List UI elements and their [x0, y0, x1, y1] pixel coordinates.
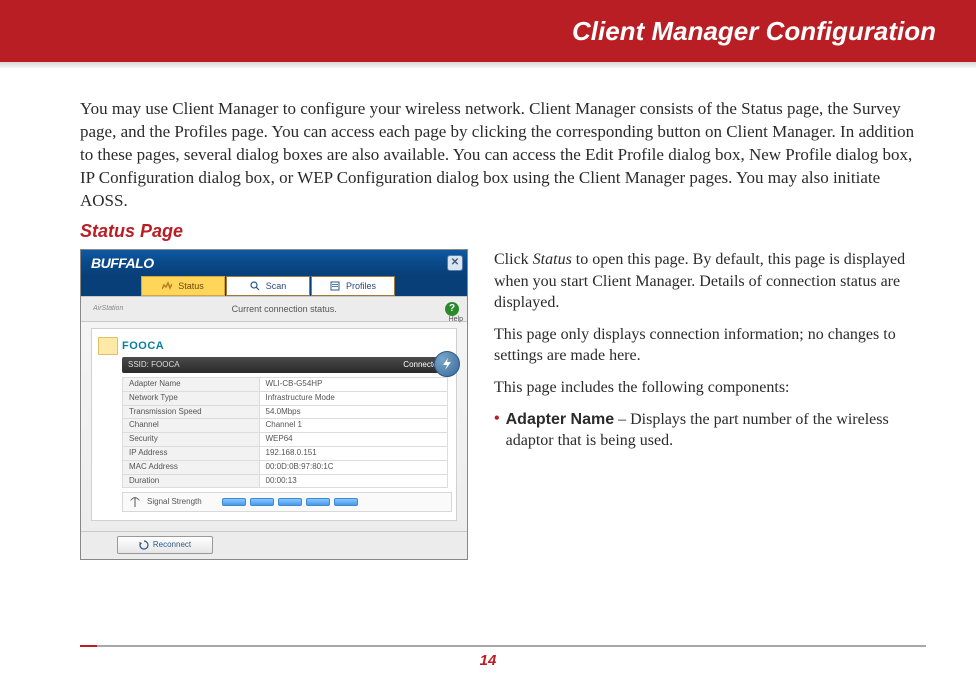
- list-icon: [330, 281, 340, 291]
- detail-value: WLI-CB-G54HP: [259, 377, 448, 391]
- page-header-title: Client Manager Configuration: [572, 16, 936, 47]
- detail-key: Adapter Name: [123, 377, 260, 391]
- ssid-name: FOOCA: [122, 339, 164, 354]
- brand-logo: BUFFALO: [91, 254, 154, 273]
- reconnect-icon: [139, 540, 149, 550]
- detail-key: Security: [123, 433, 260, 447]
- description-column: Click Status to open this page. By defau…: [494, 249, 926, 560]
- detail-key: IP Address: [123, 446, 260, 460]
- detail-value: 00:00:13: [259, 474, 448, 488]
- desc-p1-em: Status: [533, 251, 572, 268]
- table-row: IP Address192.168.0.151: [123, 446, 448, 460]
- detail-key: Duration: [123, 474, 260, 488]
- footer-divider: [80, 645, 926, 647]
- aoss-icon[interactable]: [434, 351, 460, 377]
- detail-key: Channel: [123, 419, 260, 433]
- detail-key: Network Type: [123, 391, 260, 405]
- table-row: Transmission Speed54.0Mbps: [123, 405, 448, 419]
- detail-value: 192.168.0.151: [259, 446, 448, 460]
- desc-p1: Click Status to open this page. By defau…: [494, 249, 926, 314]
- help-icon[interactable]: ?: [445, 302, 459, 316]
- page-number: 14: [0, 652, 976, 669]
- signal-bars: [222, 498, 358, 506]
- lightning-icon: [440, 357, 454, 371]
- signal-bar: [278, 498, 302, 506]
- search-icon: [250, 281, 260, 291]
- close-icon[interactable]: ✕: [447, 255, 463, 271]
- ssid-prefix: SSID: FOOCA: [128, 360, 180, 371]
- details-table: Adapter NameWLI-CB-G54HPNetwork TypeInfr…: [122, 377, 448, 488]
- subbar-text: Current connection status.: [123, 303, 445, 315]
- section-title: Status Page: [80, 219, 926, 243]
- table-row: ChannelChannel 1: [123, 419, 448, 433]
- signal-bar: [250, 498, 274, 506]
- tab-scan[interactable]: Scan: [226, 276, 310, 296]
- screenshot-column: BUFFALO ✕ Status Scan Profiles: [80, 249, 470, 560]
- house-icon: [98, 337, 118, 355]
- bullet-dot-icon: •: [494, 409, 500, 452]
- detail-value: WEP64: [259, 433, 448, 447]
- bullet-label: Adapter Name: [506, 411, 614, 428]
- two-column-layout: BUFFALO ✕ Status Scan Profiles: [80, 249, 926, 560]
- titlebar: BUFFALO ✕: [81, 250, 467, 276]
- tab-scan-label: Scan: [266, 280, 287, 292]
- table-row: SecurityWEP64: [123, 433, 448, 447]
- intro-paragraph: You may use Client Manager to configure …: [80, 98, 926, 213]
- sub-brand: AirStation: [93, 304, 123, 313]
- antenna-icon: [129, 496, 141, 508]
- detail-key: Transmission Speed: [123, 405, 260, 419]
- signal-strength-row: Signal Strength: [122, 492, 452, 512]
- tab-status[interactable]: Status: [141, 276, 225, 296]
- table-row: MAC Address00:0D:0B:97:80:1C: [123, 460, 448, 474]
- detail-value: 54.0Mbps: [259, 405, 448, 419]
- header-band: Client Manager Configuration: [0, 0, 976, 62]
- content-area: You may use Client Manager to configure …: [0, 68, 976, 560]
- status-icon: [162, 281, 172, 291]
- tabs-row: Status Scan Profiles: [81, 276, 467, 296]
- signal-bar: [222, 498, 246, 506]
- tab-status-label: Status: [178, 280, 204, 292]
- ssid-bar: SSID: FOOCA Connected: [122, 357, 452, 373]
- detail-value: Channel 1: [259, 419, 448, 433]
- status-panel: FOOCA SSID: FOOCA Connected Adapter Name…: [91, 328, 457, 521]
- reconnect-label: Reconnect: [153, 540, 191, 551]
- desc-p1-a: Click: [494, 251, 533, 268]
- bullet-item: • Adapter Name – Displays the part numbe…: [494, 409, 926, 452]
- ssid-row: FOOCA: [96, 333, 452, 357]
- bottom-bar: Reconnect: [81, 531, 467, 559]
- bullet-body: Adapter Name – Displays the part number …: [506, 409, 926, 452]
- sub-toolbar: AirStation Current connection status. ? …: [81, 296, 467, 322]
- client-manager-window: BUFFALO ✕ Status Scan Profiles: [80, 249, 468, 560]
- table-row: Duration00:00:13: [123, 474, 448, 488]
- table-row: Adapter NameWLI-CB-G54HP: [123, 377, 448, 391]
- reconnect-button[interactable]: Reconnect: [117, 536, 213, 554]
- signal-label: Signal Strength: [147, 497, 202, 508]
- detail-value: 00:0D:0B:97:80:1C: [259, 460, 448, 474]
- desc-p2: This page only displays connection infor…: [494, 324, 926, 367]
- help-label: Help: [449, 315, 463, 324]
- detail-key: MAC Address: [123, 460, 260, 474]
- signal-bar: [306, 498, 330, 506]
- signal-bar: [334, 498, 358, 506]
- detail-value: Infrastructure Mode: [259, 391, 448, 405]
- desc-p3: This page includes the following compone…: [494, 377, 926, 399]
- table-row: Network TypeInfrastructure Mode: [123, 391, 448, 405]
- tab-profiles[interactable]: Profiles: [311, 276, 395, 296]
- tab-profiles-label: Profiles: [346, 280, 376, 292]
